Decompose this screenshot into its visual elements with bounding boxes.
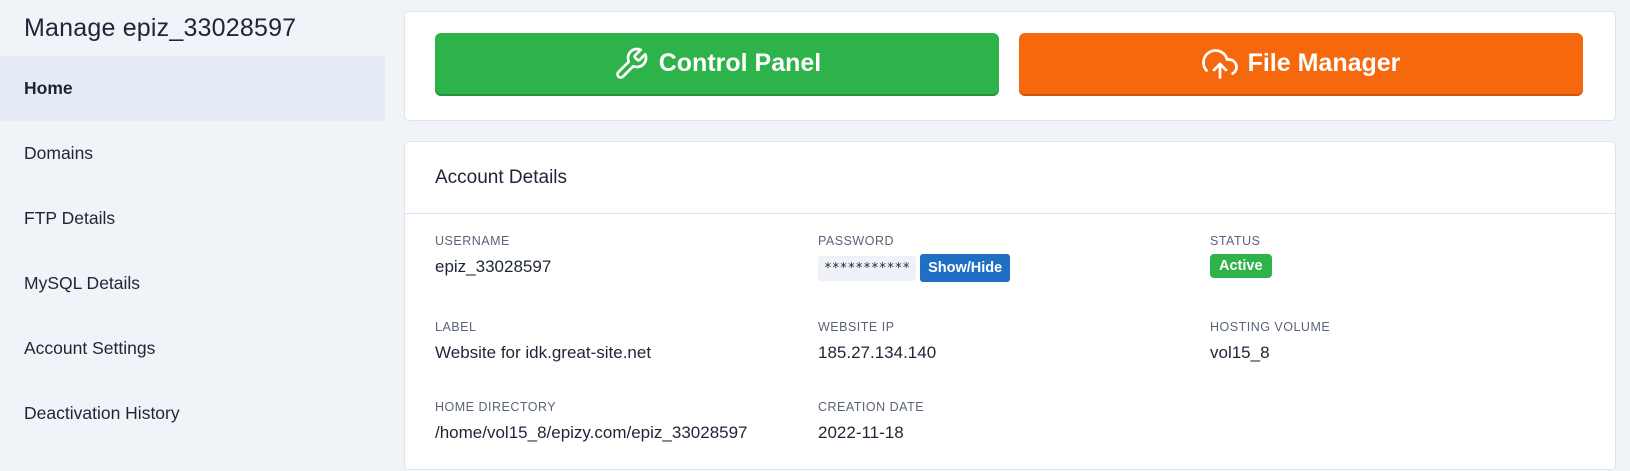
home-directory-field: HOME DIRECTORY /home/vol15_8/epizy.com/e… — [435, 400, 748, 443]
website-ip-field: WEBSITE IP 185.27.134.140 — [818, 320, 936, 363]
status-field: STATUS Active — [1210, 234, 1272, 278]
control-panel-label: Control Panel — [658, 49, 822, 77]
wrench-icon — [615, 47, 648, 79]
username-value: epiz_33028597 — [435, 257, 552, 276]
sidebar-item-mysql-details[interactable]: MySQL Details — [0, 251, 385, 316]
status-label: STATUS — [1210, 234, 1261, 248]
creation-date-field: CREATION DATE 2022-11-18 — [818, 400, 924, 443]
file-manager-label: File Manager — [1247, 49, 1401, 77]
sidebar-item-account-settings[interactable]: Account Settings — [0, 316, 385, 381]
sidebar-title: Manage epiz_33028597 — [24, 14, 297, 42]
sidebar-item-ftp-details[interactable]: FTP Details — [0, 186, 385, 251]
quick-actions-card: Control Panel File Manager — [404, 11, 1616, 121]
label-field: LABEL Website for idk.great-site.net — [435, 320, 651, 363]
hosting-volume-value: vol15_8 — [1210, 343, 1270, 362]
sidebar-item-domains[interactable]: Domains — [0, 121, 385, 186]
show-hide-password-button[interactable]: Show/Hide — [920, 254, 1011, 282]
file-manager-button[interactable]: File Manager — [1019, 33, 1583, 94]
account-details-card: Account Details USERNAME epiz_33028597 P… — [404, 141, 1616, 470]
username-field: USERNAME epiz_33028597 — [435, 234, 551, 277]
website-ip-label: WEBSITE IP — [818, 320, 895, 334]
status-badge: Active — [1210, 254, 1272, 278]
sidebar-item-home[interactable]: Home — [0, 56, 385, 121]
password-field: PASSWORD *********** Show/Hide — [818, 234, 1011, 282]
password-label: PASSWORD — [818, 234, 894, 248]
website-ip-value: 185.27.134.140 — [818, 343, 937, 362]
password-mask: *********** — [818, 255, 917, 281]
sidebar-nav: Home Domains FTP Details MySQL Details A… — [0, 56, 385, 446]
hosting-volume-field: HOSTING VOLUME vol15_8 — [1210, 320, 1330, 363]
account-details-heading: Account Details — [405, 142, 1615, 214]
cloud-upload-icon — [1201, 48, 1238, 79]
home-directory-value: /home/vol15_8/epizy.com/epiz_33028597 — [435, 423, 748, 442]
username-label: USERNAME — [435, 234, 510, 248]
creation-date-label: CREATION DATE — [818, 400, 925, 414]
sidebar: Manage epiz_33028597 Home Domains FTP De… — [0, 0, 385, 471]
creation-date-value: 2022-11-18 — [818, 423, 904, 442]
sidebar-item-deactivation-history[interactable]: Deactivation History — [0, 381, 385, 446]
control-panel-button[interactable]: Control Panel — [435, 33, 999, 94]
hosting-volume-label: HOSTING VOLUME — [1210, 320, 1331, 334]
label-value: Website for idk.great-site.net — [435, 343, 652, 362]
home-directory-label: HOME DIRECTORY — [435, 400, 557, 414]
label-label: LABEL — [435, 320, 477, 334]
